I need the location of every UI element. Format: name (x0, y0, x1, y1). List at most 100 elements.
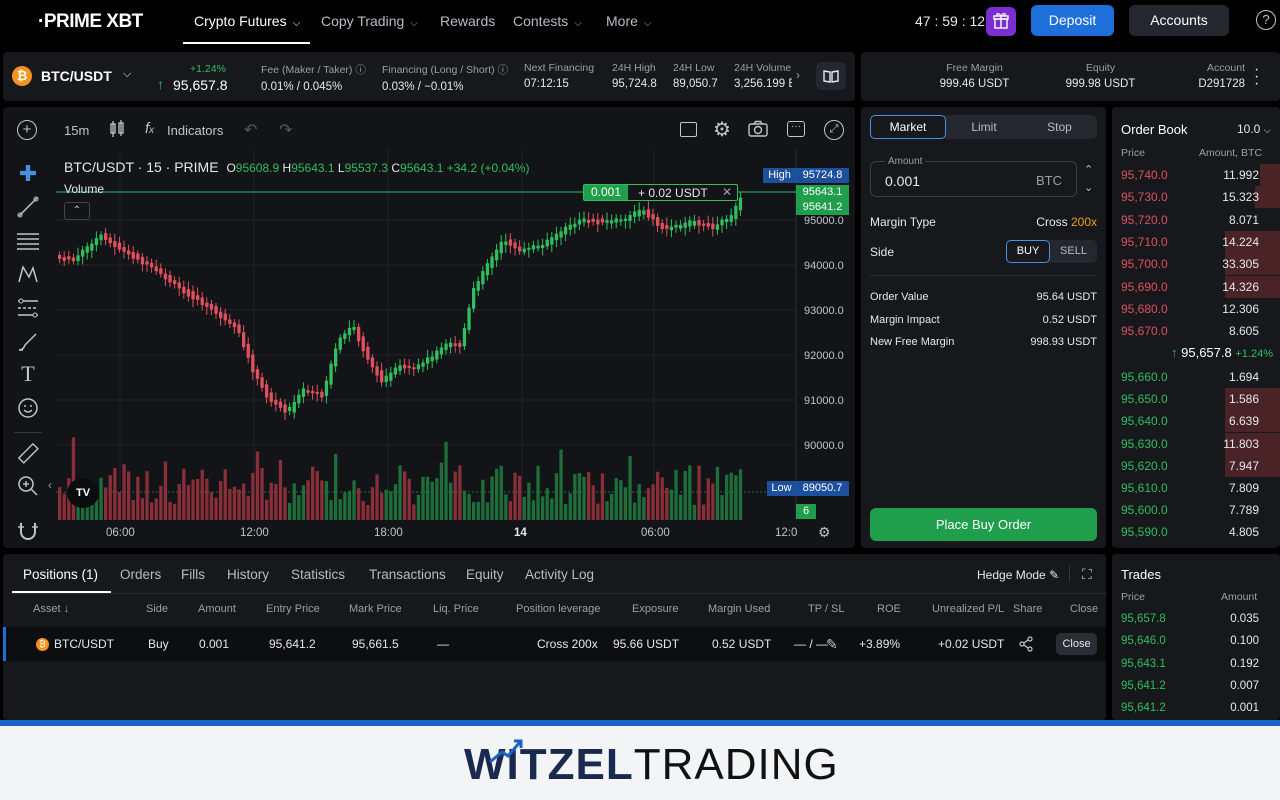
volume-bar (315, 471, 319, 520)
decrement-icon[interactable]: ⌄ (1084, 181, 1093, 194)
bid-row[interactable]: 95,620.0 7.947 (1112, 454, 1280, 477)
tab-fills[interactable]: Fills (181, 567, 205, 582)
tab-equity[interactable]: Equity (466, 567, 504, 582)
col-amount: Amount (198, 603, 236, 615)
tab-orders[interactable]: Orders (120, 567, 161, 582)
tab-stop[interactable]: Stop (1022, 115, 1097, 139)
fullscreen-frame-icon[interactable] (680, 122, 697, 137)
hedge-mode-toggle[interactable]: Hedge Mode ✎ (977, 568, 1059, 582)
magnet-icon[interactable] (16, 519, 40, 543)
cell-pnl: +0.02 USDT (938, 637, 1005, 651)
volume-bar (407, 478, 411, 520)
interval-selector[interactable]: 15m (64, 123, 89, 138)
close-position-icon[interactable]: ✕ (722, 185, 732, 199)
ask-row[interactable]: 95,740.0 11.992 (1112, 164, 1280, 186)
tab-activity-log[interactable]: Activity Log (525, 567, 594, 582)
bid-row[interactable]: 95,610.0 7.809 (1112, 477, 1280, 499)
ask-row[interactable]: 95,680.0 12.306 (1112, 298, 1280, 320)
amount-field[interactable]: Amount 0.001 BTC (870, 156, 1077, 197)
bid-row[interactable]: 95,630.0 11.803 (1112, 432, 1280, 455)
place-buy-order-button[interactable]: Place Buy Order (870, 508, 1097, 541)
settings-gear-icon[interactable]: ⚙ (713, 117, 731, 142)
primexbt-logo[interactable]: ·PRIME XBT (38, 11, 143, 33)
expand-icon[interactable]: ⤢ (824, 120, 844, 140)
gift-button[interactable] (986, 7, 1016, 36)
indicators-button[interactable]: Indicators (167, 123, 223, 138)
indicators-icon[interactable]: fx (145, 120, 154, 137)
crosshair-icon[interactable]: ✚ (16, 162, 40, 186)
candle (527, 247, 531, 250)
symbol-selector[interactable]: BTC/USDT (41, 68, 112, 84)
chevron-right-icon[interactable]: › (796, 68, 800, 82)
pattern-icon[interactable] (16, 262, 40, 286)
edit-tp-sl-icon[interactable]: ✎ (826, 636, 838, 653)
close-position-button[interactable]: Close (1056, 633, 1097, 655)
text-tool-icon[interactable]: T (16, 362, 40, 386)
info-icon[interactable]: ⓘ (498, 64, 509, 76)
tab-limit[interactable]: Limit (946, 115, 1022, 139)
trendline-icon[interactable] (16, 195, 40, 219)
collapse-legend-icon[interactable]: ⌃ (64, 202, 90, 220)
nav-copy-trading[interactable]: Copy Trading ⌵ (321, 0, 418, 44)
more-vertical-icon[interactable]: · · · (1254, 62, 1259, 92)
ask-row[interactable]: 95,710.0 14.224 (1112, 230, 1280, 253)
share-icon[interactable] (1018, 636, 1034, 655)
col-asset[interactable]: Asset ↓ (33, 603, 69, 615)
horizontal-lines-icon[interactable] (16, 228, 40, 252)
brush-icon[interactable] (16, 330, 40, 354)
volume-bar (587, 472, 591, 520)
tab-history[interactable]: History (227, 567, 269, 582)
bid-row[interactable]: 95,590.0 4.805 (1112, 521, 1280, 543)
tab-statistics[interactable]: Statistics (291, 567, 345, 582)
accounts-button[interactable]: Accounts (1129, 5, 1229, 36)
bid-row[interactable]: 95,660.0 1.694 (1112, 366, 1280, 388)
volume-bar (697, 465, 701, 520)
margin-type-selector[interactable]: Cross 200x (1036, 215, 1097, 229)
price-step-selector[interactable]: 10.0 ⌵ (1237, 122, 1271, 136)
camera-icon[interactable] (747, 119, 769, 142)
ask-row[interactable]: 95,720.0 8.071 (1112, 209, 1280, 231)
ask-row[interactable]: 95,730.0 15.323 (1112, 186, 1280, 209)
bid-row[interactable]: 95,600.0 7.789 (1112, 499, 1280, 521)
chevron-down-icon[interactable]: ⌵ (123, 68, 131, 81)
increment-icon[interactable]: ⌃ (1084, 163, 1093, 176)
deposit-button[interactable]: Deposit (1031, 5, 1114, 36)
info-icon[interactable]: ⓘ (355, 64, 366, 76)
bid-row[interactable]: 95,640.0 6.639 (1112, 410, 1280, 433)
ask-row[interactable]: 95,670.0 8.605 (1112, 320, 1280, 342)
side-buy-button[interactable]: BUY (1006, 240, 1050, 263)
add-symbol-icon[interactable]: + (17, 120, 37, 140)
tradingview-logo[interactable]: TV (67, 478, 99, 508)
volume-bar (646, 488, 651, 520)
volume-bar (104, 487, 108, 520)
guide-button[interactable] (816, 62, 846, 90)
collapse-toolbar-icon[interactable]: ‹ (48, 478, 52, 492)
ask-row[interactable]: 95,690.0 14.326 (1112, 275, 1280, 298)
tab-market[interactable]: Market (870, 115, 946, 139)
redo-icon[interactable]: ↷ (279, 120, 292, 140)
tab-transactions[interactable]: Transactions (369, 567, 446, 582)
ask-row[interactable]: 95,700.0 33.305 (1112, 253, 1280, 276)
side-sell-button[interactable]: SELL (1050, 240, 1097, 263)
zoom-in-icon[interactable] (16, 474, 40, 498)
amount-value[interactable]: 0.001 (885, 173, 920, 189)
position-line-label[interactable]: 0.001 + 0.02 USDT ✕ (583, 184, 738, 201)
volume-bar (458, 465, 462, 520)
candle-type-icon[interactable] (108, 118, 126, 143)
undo-icon[interactable]: ↶ (244, 120, 257, 140)
emoji-icon[interactable] (16, 396, 40, 420)
col-liq-price: Liq. Price (433, 603, 479, 615)
nav-rewards[interactable]: Rewards (440, 0, 495, 44)
more-options-icon[interactable]: ··· (787, 121, 805, 137)
help-icon[interactable]: ? (1256, 10, 1276, 30)
fib-levels-icon[interactable] (16, 296, 40, 320)
chart-settings-icon[interactable]: ⚙ (818, 524, 831, 541)
price-chart[interactable] (56, 150, 856, 550)
bid-row[interactable]: 95,650.0 1.586 (1112, 388, 1280, 411)
nav-more[interactable]: More ⌵ (606, 0, 652, 44)
nav-contests[interactable]: Contests ⌵ (513, 0, 582, 44)
expand-panel-icon[interactable]: ⛶ (1082, 566, 1092, 583)
ruler-icon[interactable] (16, 441, 40, 465)
tab-positions[interactable]: Positions (1) (23, 567, 98, 582)
nav-crypto-futures[interactable]: Crypto Futures ⌵ (183, 0, 310, 44)
